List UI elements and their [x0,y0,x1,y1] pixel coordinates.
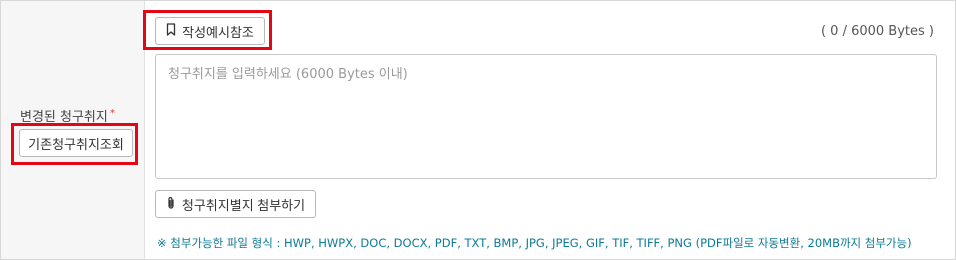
attach-button-label: 청구취지별지 첨부하기 [181,197,306,213]
lookup-existing-claim-button[interactable]: 기존청구취지조회 [19,129,133,157]
example-button-label: 작성예시참조 [182,24,254,40]
view-example-button[interactable]: 작성예시참조 [155,17,265,45]
attach-file-button[interactable]: 청구취지별지 첨부하기 [155,190,316,218]
lookup-button-label: 기존청구취지조회 [28,136,124,152]
paperclip-icon [166,196,176,213]
allowed-file-types-notice: ※ 첨부가능한 파일 형식 : HWP, HWPX, DOC, DOCX, PD… [157,236,912,250]
required-mark: * [109,108,115,119]
bookmark-icon [166,23,176,39]
byte-counter: ( 0 / 6000 Bytes ) [820,24,934,39]
claim-purpose-textarea[interactable] [155,54,937,179]
